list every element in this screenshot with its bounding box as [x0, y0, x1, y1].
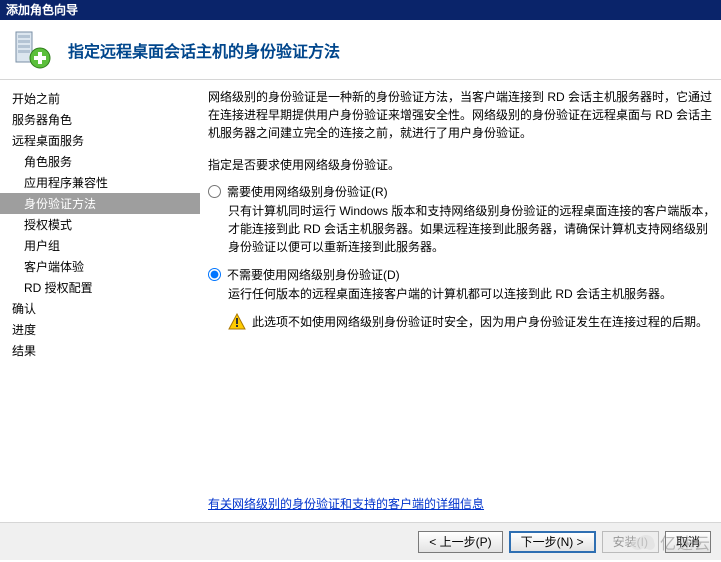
- sidebar-item-progress[interactable]: 进度: [0, 319, 200, 340]
- sidebar-item-role-services[interactable]: 角色服务: [0, 151, 200, 172]
- window-titlebar: 添加角色向导: [0, 0, 721, 20]
- sidebar-item-server-roles[interactable]: 服务器角色: [0, 109, 200, 130]
- warning-text: 此选项不如使用网络级别身份验证时安全，因为用户身份验证发生在连接过程的后期。: [252, 313, 708, 330]
- wizard-content: 网络级别的身份验证是一种新的身份验证方法，当客户端连接到 RD 会话主机服务器时…: [200, 80, 721, 522]
- intro-text: 网络级别的身份验证是一种新的身份验证方法，当客户端连接到 RD 会话主机服务器时…: [208, 88, 717, 142]
- next-button[interactable]: 下一步(N) >: [509, 531, 596, 553]
- sidebar-item-rds[interactable]: 远程桌面服务: [0, 130, 200, 151]
- option-norequire-nla: 不需要使用网络级别身份验证(D) 运行任何版本的远程桌面连接客户端的计算机都可以…: [208, 266, 717, 331]
- option-norequire-desc: 运行任何版本的远程桌面连接客户端的计算机都可以连接到此 RD 会话主机服务器。: [228, 285, 717, 303]
- sidebar-item-rd-license-config[interactable]: RD 授权配置: [0, 277, 200, 298]
- sidebar-item-user-groups[interactable]: 用户组: [0, 235, 200, 256]
- option-require-desc: 只有计算机同时运行 Windows 版本和支持网络级别身份验证的远程桌面连接的客…: [228, 202, 717, 256]
- sidebar-item-results[interactable]: 结果: [0, 340, 200, 361]
- radio-require-nla[interactable]: [208, 185, 221, 198]
- page-title: 指定远程桌面会话主机的身份验证方法: [68, 38, 340, 62]
- server-add-icon: [10, 28, 54, 72]
- sidebar-item-auth-method[interactable]: 身份验证方法: [0, 193, 200, 214]
- option-norequire-label: 不需要使用网络级别身份验证(D): [227, 266, 400, 283]
- sidebar-item-confirm[interactable]: 确认: [0, 298, 200, 319]
- help-link-container: 有关网络级别的身份验证和支持的客户端的详细信息: [208, 495, 484, 512]
- warning-row: 此选项不如使用网络级别身份验证时安全，因为用户身份验证发生在连接过程的后期。: [228, 313, 717, 331]
- instruction-text: 指定是否要求使用网络级身份验证。: [208, 156, 717, 173]
- sidebar-item-app-compat[interactable]: 应用程序兼容性: [0, 172, 200, 193]
- wizard-footer: < 上一步(P) 下一步(N) > 安装(I) 取消: [0, 522, 721, 560]
- sidebar-item-license-mode[interactable]: 授权模式: [0, 214, 200, 235]
- wizard-header: 指定远程桌面会话主机的身份验证方法: [0, 20, 721, 80]
- cancel-button[interactable]: 取消: [665, 531, 711, 553]
- option-require-label: 需要使用网络级别身份验证(R): [227, 183, 388, 200]
- sidebar-item-client-exp[interactable]: 客户端体验: [0, 256, 200, 277]
- install-button: 安装(I): [602, 531, 659, 553]
- sidebar-item-begin[interactable]: 开始之前: [0, 88, 200, 109]
- warning-icon: [228, 313, 246, 331]
- radio-norequire-nla[interactable]: [208, 268, 221, 281]
- help-link[interactable]: 有关网络级别的身份验证和支持的客户端的详细信息: [208, 497, 484, 511]
- prev-button[interactable]: < 上一步(P): [418, 531, 502, 553]
- window-title: 添加角色向导: [6, 3, 78, 17]
- option-require-nla: 需要使用网络级别身份验证(R) 只有计算机同时运行 Windows 版本和支持网…: [208, 183, 717, 256]
- wizard-steps-sidebar: 开始之前 服务器角色 远程桌面服务 角色服务 应用程序兼容性 身份验证方法 授权…: [0, 80, 200, 522]
